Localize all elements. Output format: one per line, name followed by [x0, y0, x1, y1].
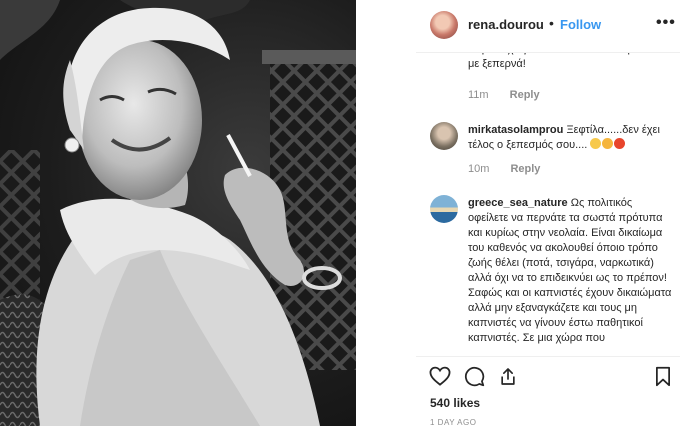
post-timestamp[interactable]: 1 DAY AGO [430, 418, 476, 426]
share-icon[interactable] [498, 366, 518, 387]
comment-1-meta: 11m Reply [468, 89, 540, 101]
comment-3-username[interactable]: greece_sea_nature [468, 197, 568, 209]
likes-count[interactable]: 540 likes [430, 396, 480, 410]
pouting-face-emoji-icon [614, 138, 626, 149]
bookmark-icon[interactable] [654, 366, 672, 387]
profile-avatar[interactable] [430, 11, 458, 39]
post-header: rena.dourou • Follow ••• [416, 0, 680, 52]
follow-button[interactable]: Follow [560, 17, 601, 32]
comment-2-reply-button[interactable]: Reply [510, 163, 540, 175]
comments-list[interactable]: παρκέτεχα για να θολώνετε τα νερά με ξεπ… [416, 38, 680, 356]
photo-illustration [0, 0, 356, 426]
angry-face-emoji-icon [602, 138, 614, 149]
header-divider [416, 52, 680, 53]
comment-2-avatar[interactable] [430, 122, 458, 150]
comment-3-avatar[interactable] [430, 195, 458, 223]
comment-icon[interactable] [464, 366, 485, 387]
more-options-icon[interactable]: ••• [656, 14, 676, 32]
comment-2-time: 10m [468, 163, 490, 175]
header-username[interactable]: rena.dourou [468, 17, 544, 32]
comment-1-time: 11m [468, 89, 489, 101]
actions-divider [416, 356, 680, 357]
comment-3-body: Ως πολιτικός οφείλετε να περνάτε τα σωστ… [468, 197, 672, 344]
comment-2-meta: 10m Reply [468, 163, 540, 175]
grinning-emoji-icon [590, 138, 602, 149]
gutter [356, 0, 416, 426]
comment-2-username[interactable]: mirkatasolamprou [468, 124, 563, 136]
comment-1-reply-button[interactable]: Reply [510, 89, 540, 101]
post-side-panel: παρκέτεχα για να θολώνετε τα νερά με ξεπ… [416, 0, 680, 426]
comment-1-line2: με ξεπερνά! [468, 58, 526, 70]
comment-3-text: greece_sea_nature Ως πολιτικός οφείλετε … [468, 196, 673, 346]
post-photo[interactable] [0, 0, 356, 426]
heart-icon[interactable] [429, 366, 451, 386]
comment-2-text: mirkatasolamprou Ξεφτίλα......δεν έχει τ… [468, 123, 673, 153]
header-separator: • [549, 15, 554, 31]
